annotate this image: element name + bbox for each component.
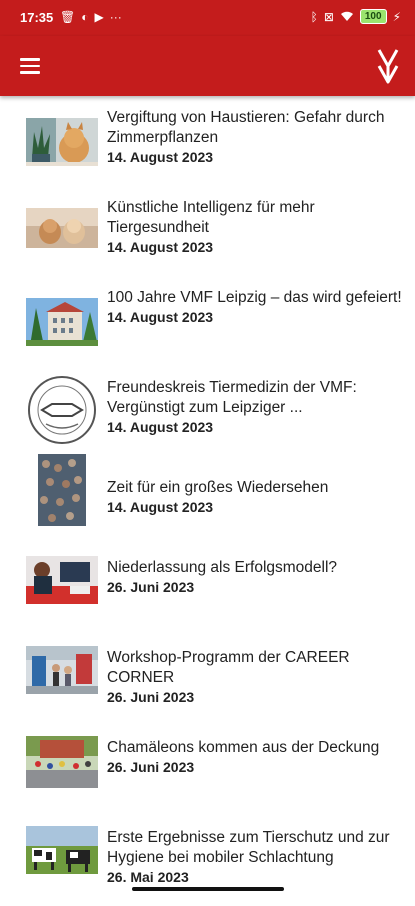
trash-icon: 🗑 [60, 10, 76, 24]
news-date: 14. August 2023 [107, 239, 214, 255]
more-notifications-icon: ··· [109, 10, 122, 24]
news-title: Freundeskreis Tiermedizin der VMF: Vergü… [107, 379, 357, 416]
home-indicator[interactable] [132, 887, 284, 891]
news-thumbnail-seal [26, 374, 98, 446]
news-item[interactable]: Freundeskreis Tiermedizin der VMF: Vergü… [0, 366, 415, 456]
charging-icon: ⚡ [392, 9, 401, 24]
news-item[interactable]: Chamäleons kommen aus der Deckung 26. Ju… [0, 726, 415, 816]
news-item[interactable]: Niederlassung als Erfolgsmodell? 26. Jun… [0, 546, 415, 636]
news-thumbnail-cows [26, 826, 98, 874]
news-thumbnail-building [26, 298, 98, 346]
news-title: Erste Ergebnisse zum Tierschutz und zur … [107, 829, 390, 866]
status-bar: 17:35 🗑 ◐ ▶ ··· ᛒ ⊠ 100 ⚡ [0, 0, 415, 36]
app-icon: ◐ [81, 10, 89, 24]
logo [377, 49, 399, 84]
news-title: Workshop-Programm der CAREER CORNER [107, 649, 350, 686]
news-thumbnail-street [26, 736, 98, 788]
app-bar [0, 36, 415, 96]
hamburger-icon [20, 58, 40, 61]
news-date: 26. Juni 2023 [107, 579, 195, 595]
news-title: Niederlassung als Erfolgsmodell? [107, 559, 338, 576]
news-title: Künstliche Intelligenz für mehr Tiergesu… [107, 199, 315, 236]
news-item[interactable]: Zeit für ein großes Wiedersehen 14. Augu… [0, 454, 415, 546]
sim-icon: ⊠ [323, 9, 334, 24]
news-date: 14. August 2023 [107, 309, 214, 325]
news-item[interactable]: Workshop-Programm der CAREER CORNER 26. … [0, 636, 415, 726]
news-title: 100 Jahre VMF Leipzig – das wird gefeier… [107, 289, 402, 306]
bluetooth-icon: ᛒ [310, 9, 318, 24]
battery-icon: 100 [359, 9, 387, 24]
news-date: 26. Mai 2023 [107, 869, 189, 885]
news-thumbnail-office [26, 556, 98, 604]
news-title: Vergiftung von Haustieren: Gefahr durch … [107, 109, 385, 146]
news-list: Vergiftung von Haustieren: Gefahr durch … [0, 96, 415, 906]
news-item[interactable]: Vergiftung von Haustieren: Gefahr durch … [0, 96, 415, 186]
news-title: Chamäleons kommen aus der Deckung [107, 739, 380, 756]
news-thumbnail-cat-plant [26, 118, 98, 166]
wifi-icon [340, 11, 353, 21]
news-date: 14. August 2023 [107, 419, 214, 435]
menu-button[interactable] [20, 58, 40, 74]
news-item[interactable]: 100 Jahre VMF Leipzig – das wird gefeier… [0, 276, 415, 366]
notification-icons: 🗑 ◐ ▶ ··· [60, 10, 122, 24]
system-icons: ᛒ ⊠ 100 ⚡ [311, 9, 401, 24]
news-thumbnail-crowd [38, 454, 86, 526]
news-title: Zeit für ein großes Wiedersehen [107, 479, 329, 496]
news-date: 26. Juni 2023 [107, 689, 195, 705]
news-item[interactable]: Künstliche Intelligenz für mehr Tiergesu… [0, 186, 415, 276]
news-date: 14. August 2023 [107, 499, 214, 515]
news-date: 26. Juni 2023 [107, 759, 195, 775]
news-thumbnail-dogs [26, 208, 98, 248]
youtube-icon: ▶ [94, 10, 104, 24]
news-thumbnail-fair [26, 646, 98, 694]
news-date: 14. August 2023 [107, 149, 214, 165]
status-time: 17:35 [20, 10, 54, 25]
news-item[interactable]: Erste Ergebnisse zum Tierschutz und zur … [0, 816, 415, 906]
